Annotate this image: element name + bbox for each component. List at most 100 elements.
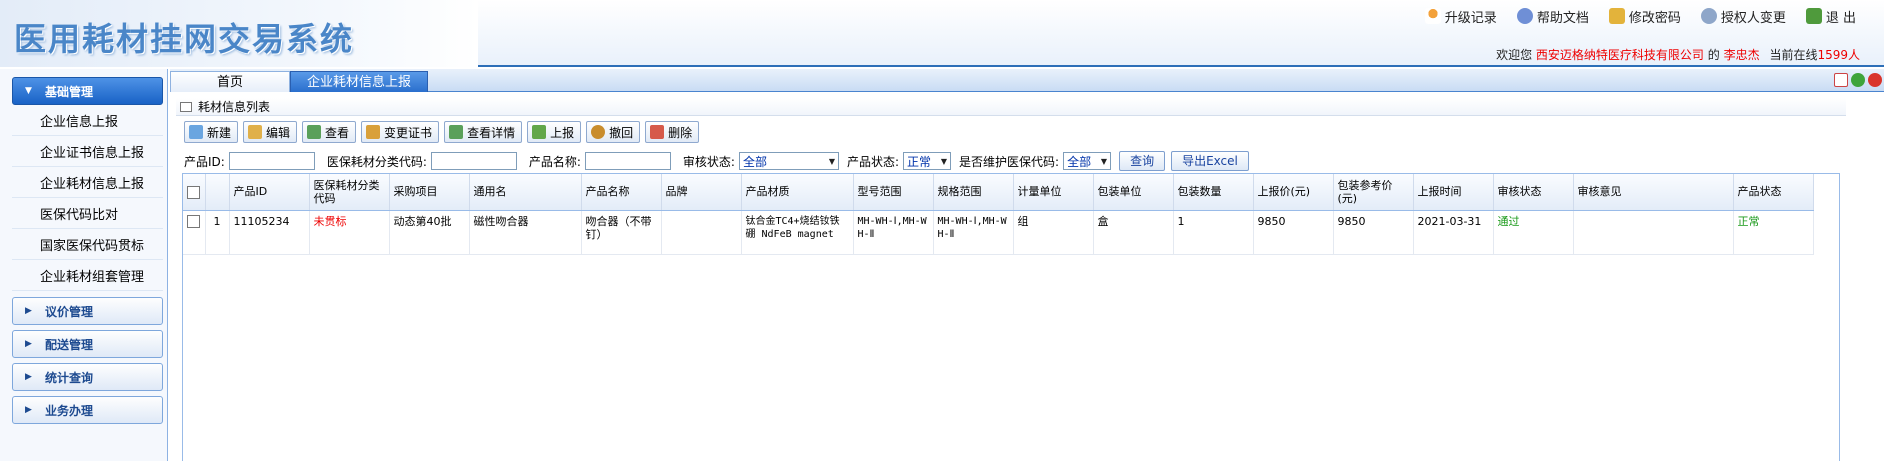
column-header[interactable]: 包装数量 (1173, 174, 1254, 211)
delete-button[interactable]: 删除 (645, 121, 700, 143)
column-header[interactable]: 产品ID (229, 174, 310, 211)
index-header (205, 174, 230, 211)
row-index: 1 (205, 210, 230, 255)
welcome-bar: 欢迎您 西安迈格纳特医疗科技有限公司 的 李忠杰 当前在线1599人 (1496, 48, 1860, 62)
chevron-down-icon: ▼ (940, 156, 948, 166)
sidebar-section-statistics[interactable]: ▶ 统计查询 (12, 363, 163, 391)
column-header[interactable]: 产品名称 (581, 174, 662, 211)
upgrade-icon (1424, 8, 1441, 24)
sidebar-section-business[interactable]: ▶ 业务办理 (12, 396, 163, 424)
upgrade-log-label: 升级记录 (1444, 10, 1497, 26)
sidebar-item-national-code[interactable]: 国家医保代码贯标 (12, 229, 163, 260)
column-header[interactable]: 计量单位 (1013, 174, 1094, 211)
change-certificate-button[interactable]: 变更证书 (361, 121, 440, 143)
refresh-icon[interactable] (1851, 73, 1865, 87)
chevron-down-icon: ▼ (1100, 156, 1108, 166)
product-id-label: 产品ID: (184, 154, 225, 169)
maintain-code-select[interactable]: 全部 ▼ (1063, 152, 1112, 170)
user-name: 李忠杰 (1723, 48, 1760, 62)
select-all-checkbox[interactable] (187, 185, 200, 199)
product-status-select[interactable]: 正常 ▼ (903, 152, 952, 170)
close-icon[interactable] (1868, 73, 1882, 87)
report-button[interactable]: 上报 (527, 121, 582, 143)
cell-audit-status: 通过 (1493, 210, 1574, 255)
list-icon (180, 102, 192, 112)
chevron-right-icon: ▶ (25, 306, 32, 316)
audit-status-select[interactable]: 全部 ▼ (738, 152, 839, 170)
change-password-link[interactable]: 修改密码 (1608, 6, 1695, 26)
close-all-tabs-icon[interactable] (1834, 73, 1848, 87)
column-header[interactable]: 医保耗材分类代码 (309, 174, 390, 211)
upgrade-log-link[interactable]: 升级记录 (1424, 6, 1511, 26)
table-row[interactable]: 1 11105234 未贯标 动态第40批 磁性吻合器 吻合器（不带钉） 钛合金… (183, 210, 1814, 255)
view-button[interactable]: 查看 (302, 121, 357, 143)
logo-area: 医用耗材挂网交易系统 (0, 0, 478, 67)
cell-category-code: 未贯标 (309, 210, 390, 255)
sidebar-section-delivery[interactable]: ▶ 配送管理 (12, 330, 163, 358)
column-header[interactable]: 型号范围 (853, 174, 934, 211)
main-panel: 耗材信息列表 新建 编辑 查看 变更证书 查看详情 上报 撤回 删除 产品ID:… (170, 93, 1884, 461)
query-button[interactable]: 查询 (1119, 151, 1166, 171)
row-select-cell (183, 210, 206, 255)
column-header[interactable]: 规格范围 (933, 174, 1014, 211)
gear-icon (591, 125, 606, 139)
change-password-label: 修改密码 (1628, 10, 1681, 26)
sidebar-item-certificate[interactable]: 企业证书信息上报 (12, 136, 163, 167)
help-icon (1516, 8, 1533, 24)
panel-title: 耗材信息列表 (176, 98, 1846, 116)
top-links: 升级记录 帮助文档 修改密码 授权人变更 退 出 (1424, 6, 1870, 26)
consumable-table: 产品ID 医保耗材分类代码 采购项目 通用名 产品名称 品牌 产品材质 型号范围… (182, 173, 1840, 461)
export-excel-button[interactable]: 导出Excel (1171, 151, 1249, 171)
certificate-icon (366, 125, 381, 139)
edit-icon (248, 125, 263, 139)
column-header[interactable]: 产品状态 (1733, 174, 1814, 211)
product-name-input[interactable] (584, 152, 671, 170)
column-header[interactable]: 包装单位 (1093, 174, 1174, 211)
category-code-input[interactable] (430, 152, 517, 170)
tab-consumable-report[interactable]: 企业耗材信息上报 (290, 71, 429, 92)
column-header[interactable]: 上报时间 (1413, 174, 1494, 211)
new-button[interactable]: 新建 (184, 121, 239, 143)
sidebar-section-negotiation[interactable]: ▶ 议价管理 (12, 297, 163, 325)
cell-generic-name: 磁性吻合器 (469, 210, 582, 255)
cell-ref-price: 9850 (1333, 210, 1414, 255)
sidebar-section-basic[interactable]: ▼ 基础管理 (12, 77, 163, 105)
authorizer-change-link[interactable]: 授权人变更 (1700, 6, 1800, 26)
delete-icon (650, 125, 665, 139)
row-checkbox[interactable] (187, 215, 200, 228)
data-table: 产品ID 医保耗材分类代码 采购项目 通用名 产品名称 品牌 产品材质 型号范围… (183, 174, 1814, 255)
cell-brand (661, 210, 742, 255)
cell-product-name: 吻合器（不带钉） (581, 210, 662, 255)
column-header[interactable]: 包装参考价(元) (1333, 174, 1414, 211)
sidebar: ▼ 基础管理 企业信息上报 企业证书信息上报 企业耗材信息上报 医保代码比对 国… (0, 69, 168, 461)
app-title: 医用耗材挂网交易系统 (14, 20, 355, 58)
header: 医用耗材挂网交易系统 升级记录 帮助文档 修改密码 授权人变更 退 出 欢迎您 … (0, 0, 1884, 67)
view-details-button[interactable]: 查看详情 (444, 121, 523, 143)
column-header[interactable]: 上报价(元) (1253, 174, 1334, 211)
column-header[interactable]: 审核意见 (1573, 174, 1734, 211)
column-header[interactable]: 产品材质 (741, 174, 854, 211)
withdraw-button[interactable]: 撤回 (586, 121, 641, 143)
sidebar-item-code-compare[interactable]: 医保代码比对 (12, 198, 163, 229)
sidebar-item-consumable-report[interactable]: 企业耗材信息上报 (12, 167, 163, 198)
sidebar-item-company-info[interactable]: 企业信息上报 (12, 105, 163, 136)
tab-home[interactable]: 首页 (170, 71, 290, 92)
cell-product-id: 11105234 (229, 210, 310, 255)
help-doc-link[interactable]: 帮助文档 (1516, 6, 1603, 26)
authorizer-change-label: 授权人变更 (1720, 10, 1786, 26)
column-header[interactable]: 品牌 (661, 174, 742, 211)
sidebar-item-kit-manage[interactable]: 企业耗材组套管理 (12, 260, 163, 291)
cell-audit-opinion (1573, 210, 1734, 255)
column-header[interactable]: 通用名 (469, 174, 582, 211)
cell-model-range: MH-WH-Ⅰ,MH-WH-Ⅱ (853, 210, 934, 255)
cell-measure-unit: 组 (1013, 210, 1094, 255)
product-id-input[interactable] (228, 152, 315, 170)
edit-button[interactable]: 编辑 (243, 121, 298, 143)
column-header[interactable]: 采购项目 (389, 174, 470, 211)
exit-link[interactable]: 退 出 (1805, 6, 1870, 26)
cell-purchase-project: 动态第40批 (389, 210, 470, 255)
user-change-icon (1700, 8, 1717, 24)
cell-report-time: 2021-03-31 (1413, 210, 1494, 255)
company-name: 西安迈格纳特医疗科技有限公司 (1535, 48, 1704, 62)
column-header[interactable]: 审核状态 (1493, 174, 1574, 211)
